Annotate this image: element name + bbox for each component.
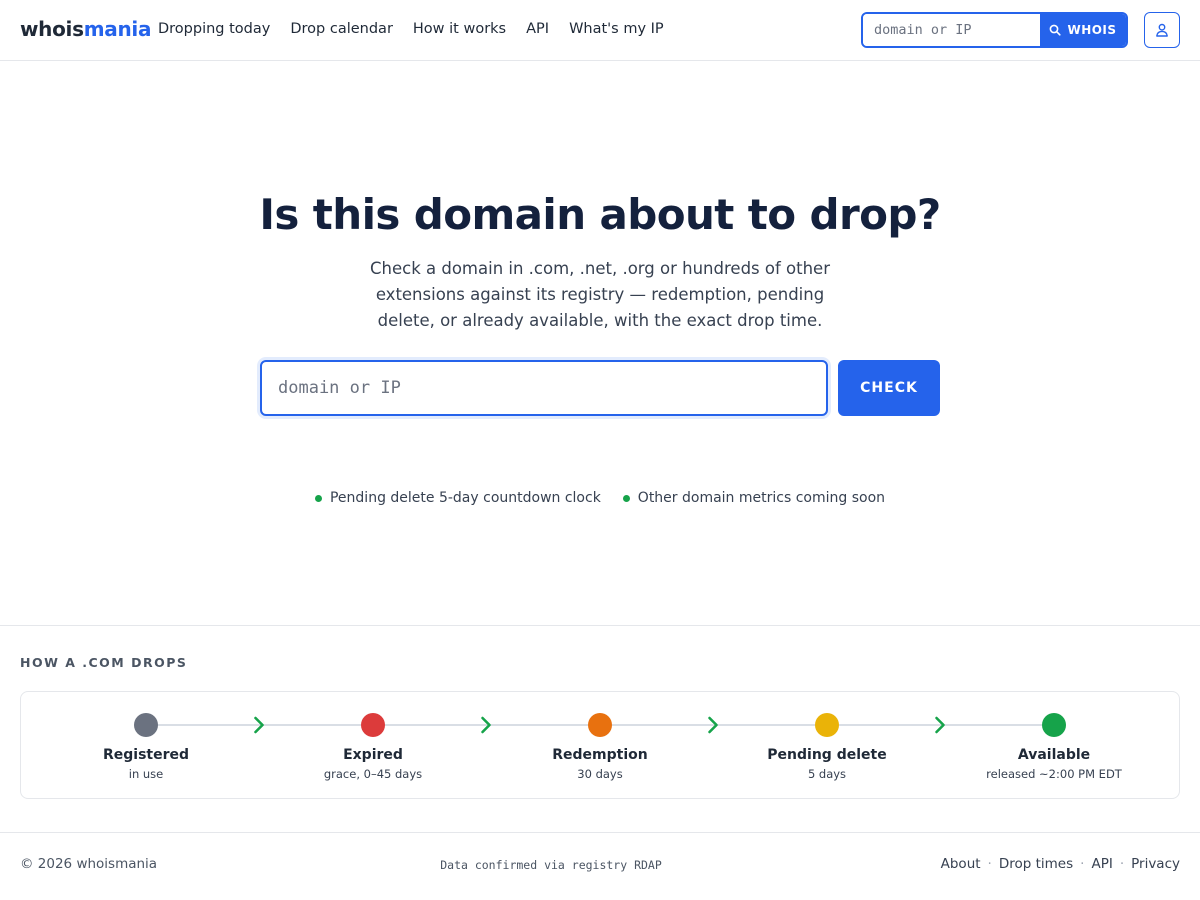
stage-dot xyxy=(815,713,839,737)
footer-link-drop-times[interactable]: Drop times xyxy=(999,856,1073,872)
lifecycle-card: Registered in use Expired grace, 0–45 days R… xyxy=(20,691,1180,799)
check-button[interactable]: CHECK xyxy=(838,360,940,416)
stage-duration: 5 days xyxy=(807,767,847,781)
stage-dot xyxy=(361,713,385,737)
stage-duration: grace, 0–45 days xyxy=(323,767,423,781)
feature-text: Other domain metrics coming soon xyxy=(637,490,886,506)
stage-label: Registered xyxy=(102,747,190,763)
footer-links: About · Drop times · API · Privacy xyxy=(941,856,1180,872)
separator: · xyxy=(987,856,992,872)
feature-item: Other domain metrics coming soon xyxy=(622,490,886,506)
stage-label: Redemption xyxy=(552,747,648,763)
lifecycle-timeline xyxy=(134,713,1066,737)
feature-text: Pending delete 5-day countdown clock xyxy=(329,490,601,506)
feature-item: Pending delete 5-day countdown clock xyxy=(314,490,601,506)
stage-duration: released ~2:00 PM EDT xyxy=(986,767,1122,781)
site-logo[interactable]: whoismania xyxy=(20,17,151,41)
site-footer: © 2026 whoismania Data confirmed via reg… xyxy=(0,832,1200,900)
stage-dot xyxy=(1042,713,1066,737)
footer-link-about[interactable]: About xyxy=(941,856,981,872)
user-icon xyxy=(1156,23,1168,37)
status-dot-icon xyxy=(622,494,630,502)
section-title: HOW A .COM DROPS xyxy=(20,655,188,670)
header-search: WHOIS xyxy=(861,12,1128,48)
stage-duration: 30 days xyxy=(577,767,623,781)
hero-title: Is this domain about to drop? xyxy=(259,190,941,239)
whois-button[interactable]: WHOIS xyxy=(1040,14,1126,46)
logo-text-part1: whois xyxy=(20,17,84,41)
main-nav: Dropping today Drop calendar How it work… xyxy=(158,21,684,37)
footer-link-privacy[interactable]: Privacy xyxy=(1131,856,1180,872)
separator: · xyxy=(1119,856,1125,872)
hero-subtitle: Check a domain in .com, .net, .org or hu… xyxy=(370,259,830,330)
nav-dropping-today[interactable]: Dropping today xyxy=(158,21,270,37)
stage-label: Available xyxy=(1017,747,1091,763)
stage-dot xyxy=(588,713,612,737)
separator: · xyxy=(1080,856,1085,872)
nav-whats-my-ip[interactable]: What's my IP xyxy=(569,21,664,37)
rdap-note: Data confirmed via registry RDAP xyxy=(440,858,662,872)
nav-how-it-works[interactable]: How it works xyxy=(413,21,506,37)
footer-link-api[interactable]: API xyxy=(1091,856,1112,872)
stage-label: Pending delete xyxy=(767,747,887,763)
top-header: whoismania Dropping today Drop calendar … xyxy=(0,0,1200,61)
logo-text-part2: mania xyxy=(83,17,152,41)
search-icon xyxy=(1050,24,1062,36)
stage-duration: in use xyxy=(128,767,164,781)
feature-list: Pending delete 5-day countdown clock Oth… xyxy=(0,490,1200,506)
domain-check-form: CHECK xyxy=(260,360,940,416)
header-search-input[interactable] xyxy=(863,14,1040,46)
domain-check-input[interactable] xyxy=(260,360,828,416)
nav-drop-calendar[interactable]: Drop calendar xyxy=(290,21,393,37)
status-dot-icon xyxy=(314,494,322,502)
drop-lifecycle-section: HOW A .COM DROPS Registered in use Expired… xyxy=(0,625,1200,833)
account-button[interactable] xyxy=(1144,12,1180,48)
stage-label: Expired xyxy=(343,747,403,763)
whois-button-label: WHOIS xyxy=(1067,23,1117,37)
stage-dot xyxy=(134,713,158,737)
nav-api[interactable]: API xyxy=(526,21,549,37)
